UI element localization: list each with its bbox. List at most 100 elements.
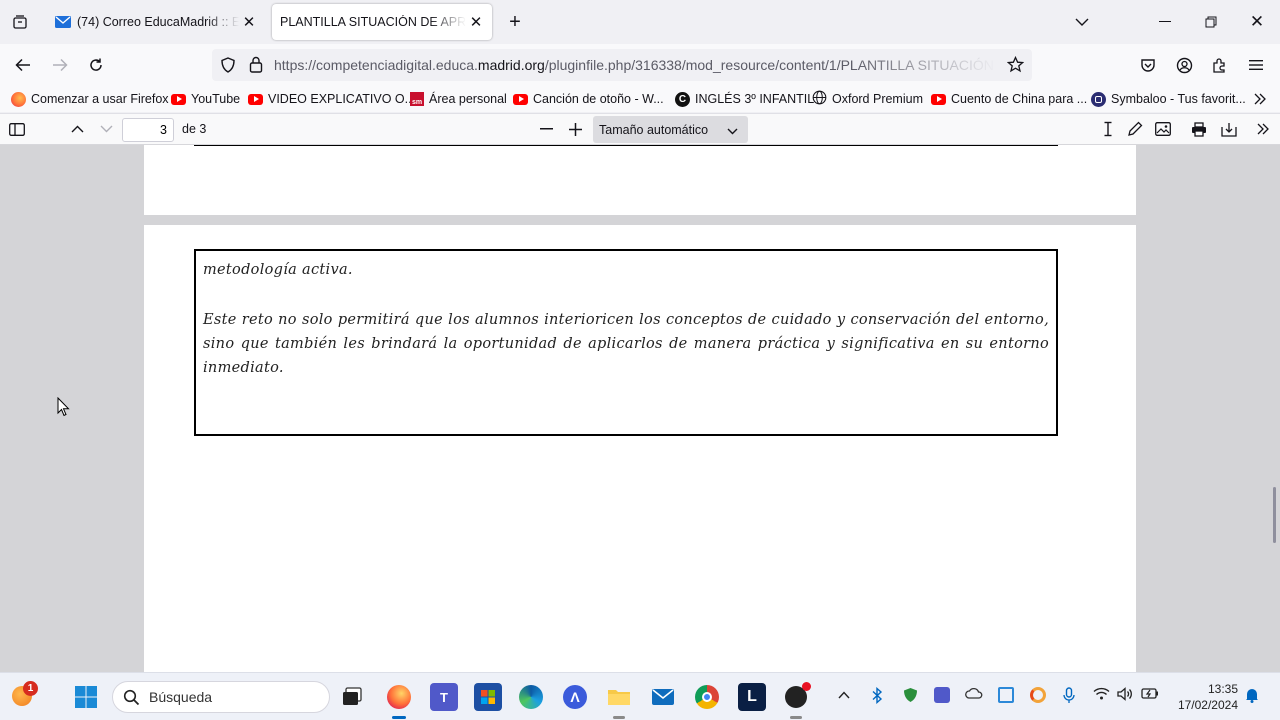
windows-taskbar: 1 Búsqueda T Λ L 13:35 17/02/2024 xyxy=(0,672,1280,720)
bookmark-item[interactable]: sm Área personal xyxy=(410,90,507,108)
bookmark-item[interactable]: Comenzar a usar Firefox xyxy=(11,90,169,108)
bookmark-star-icon[interactable] xyxy=(1006,55,1025,76)
file-explorer-icon[interactable] xyxy=(605,683,633,711)
app-icon[interactable]: Λ xyxy=(561,683,589,711)
edge-icon[interactable] xyxy=(517,683,545,711)
bookmark-item[interactable]: Canción de otoño - W... xyxy=(513,90,664,108)
bookmark-label: INGLÉS 3º INFANTIL xyxy=(695,92,815,106)
bookmark-label: Symbaloo - Tus favorit... xyxy=(1111,92,1246,106)
url-bar[interactable]: https://competenciadigital.educa.madrid.… xyxy=(212,49,1032,81)
text-tool-icon[interactable] xyxy=(1097,118,1119,140)
minimize-icon[interactable] xyxy=(1152,10,1178,34)
bookmark-label: Canción de otoño - W... xyxy=(533,92,664,106)
pdf-viewer[interactable]: metodología activa. Este reto no solo pe… xyxy=(0,145,1280,672)
tracking-shield-icon[interactable] xyxy=(220,57,236,76)
defender-icon[interactable] xyxy=(903,687,918,706)
teams-tray-icon[interactable] xyxy=(934,687,950,703)
tab-plantilla[interactable]: PLANTILLA SITUACIÓN DE APRENDIZAJE ✕ xyxy=(272,4,492,40)
next-page-icon[interactable] xyxy=(95,118,117,140)
mouse-pointer-icon xyxy=(57,396,70,422)
sync-icon[interactable] xyxy=(1030,687,1046,703)
url-path: /pluginfile.php/316338/mod_resource/cont… xyxy=(544,57,996,73)
youtube-icon xyxy=(931,93,946,105)
scrollbar-thumb[interactable] xyxy=(1273,487,1276,543)
battery-icon[interactable] xyxy=(1141,687,1159,703)
forward-icon[interactable] xyxy=(47,53,73,77)
l-app-icon[interactable]: L xyxy=(738,683,766,711)
page-total-label: de 3 xyxy=(182,122,207,136)
pdf-page-3: metodología activa. Este reto no solo pe… xyxy=(144,225,1136,672)
hamburger-menu-icon[interactable] xyxy=(1244,53,1268,77)
save-download-icon[interactable] xyxy=(1218,118,1240,140)
mail-app-icon[interactable] xyxy=(649,683,677,711)
microphone-icon[interactable] xyxy=(1063,687,1075,707)
lock-icon[interactable] xyxy=(249,56,263,76)
bookmark-item[interactable]: Oxford Premium xyxy=(812,90,923,108)
notification-badge: 1 xyxy=(23,681,38,696)
zoom-in-icon[interactable] xyxy=(564,118,586,140)
windows-start-icon[interactable] xyxy=(72,683,100,711)
bookmark-item[interactable]: VIDEO EXPLICATIVO O... xyxy=(248,90,415,108)
new-tab-icon[interactable]: + xyxy=(503,10,527,34)
print-icon[interactable] xyxy=(1188,118,1210,140)
taskbar-clock[interactable]: 13:35 17/02/2024 xyxy=(1168,681,1238,713)
pdf-toolbar: de 3 Tamaño automático xyxy=(0,113,1280,145)
chevron-down-icon[interactable] xyxy=(1070,10,1094,34)
task-view-icon[interactable] xyxy=(338,683,366,711)
running-app-indicator xyxy=(790,716,802,719)
zoom-select[interactable]: Tamaño automático xyxy=(593,116,748,143)
bookmark-label: Área personal xyxy=(429,92,507,106)
back-icon[interactable] xyxy=(10,53,36,77)
show-hidden-icons[interactable] xyxy=(838,687,850,702)
tab-title: (74) Correo EducaMadrid :: Entrada xyxy=(77,15,239,29)
notification-bell-icon[interactable] xyxy=(1245,687,1259,706)
draw-pencil-icon[interactable] xyxy=(1124,118,1146,140)
url-domain: madrid.org xyxy=(477,57,545,73)
firefox-taskbar-icon[interactable] xyxy=(385,683,413,711)
store-icon[interactable] xyxy=(474,683,502,711)
onedrive-icon[interactable] xyxy=(965,687,983,702)
table-border xyxy=(194,145,1058,146)
wifi-icon[interactable] xyxy=(1093,687,1110,703)
pocket-icon[interactable] xyxy=(1136,53,1160,77)
page-number-input[interactable] xyxy=(122,118,174,142)
close-tab-icon[interactable]: ✕ xyxy=(466,12,486,32)
more-bookmarks-icon[interactable] xyxy=(1250,89,1270,109)
zoom-out-icon[interactable] xyxy=(535,118,557,140)
reload-icon[interactable] xyxy=(83,53,109,77)
document-paragraph: Este reto no solo permitirá que los alum… xyxy=(203,312,1049,376)
tab-correo[interactable]: (74) Correo EducaMadrid :: Entrada ✕ xyxy=(47,4,265,40)
obs-icon[interactable] xyxy=(782,682,811,711)
navigation-toolbar: https://competenciadigital.educa.madrid.… xyxy=(0,44,1280,86)
list-all-tabs-icon[interactable] xyxy=(8,10,32,34)
more-tools-icon[interactable] xyxy=(1252,118,1274,140)
bookmark-label: Oxford Premium xyxy=(832,92,923,106)
tab-title: PLANTILLA SITUACIÓN DE APRENDIZAJE xyxy=(280,15,466,29)
zoom-select-value: Tamaño automático xyxy=(599,122,709,137)
previous-page-icon[interactable] xyxy=(66,118,88,140)
close-window-icon[interactable]: ✕ xyxy=(1244,10,1270,34)
restore-icon[interactable] xyxy=(1198,10,1224,34)
mail-icon xyxy=(55,16,77,28)
capture-tool-icon[interactable] xyxy=(998,687,1014,703)
account-icon[interactable] xyxy=(1172,53,1196,77)
weather-widget-icon[interactable]: 1 xyxy=(8,681,38,710)
bookmark-item[interactable]: Cuento de China para ... xyxy=(931,90,1087,108)
teams-icon[interactable]: T xyxy=(430,683,458,711)
pdf-page-2 xyxy=(144,145,1136,215)
sidebar-toggle-icon[interactable] xyxy=(6,118,28,140)
extensions-icon[interactable] xyxy=(1208,53,1232,77)
taskbar-search[interactable]: Búsqueda xyxy=(112,681,330,713)
bluetooth-icon[interactable] xyxy=(871,686,883,707)
search-placeholder: Búsqueda xyxy=(149,689,213,705)
bookmark-item[interactable]: YouTube xyxy=(171,90,240,108)
bookmark-item[interactable]: Symbaloo - Tus favorit... xyxy=(1091,90,1246,108)
bookmark-item[interactable]: C INGLÉS 3º INFANTIL xyxy=(675,90,814,108)
bookmarks-toolbar: Comenzar a usar Firefox YouTube VIDEO EX… xyxy=(0,86,1280,112)
youtube-icon xyxy=(248,93,263,105)
url-prefix: https://competenciadigital.educa. xyxy=(274,57,478,73)
close-tab-icon[interactable]: ✕ xyxy=(239,12,259,32)
chrome-icon[interactable] xyxy=(693,683,721,711)
volume-icon[interactable] xyxy=(1117,687,1134,704)
add-image-icon[interactable] xyxy=(1152,118,1174,140)
